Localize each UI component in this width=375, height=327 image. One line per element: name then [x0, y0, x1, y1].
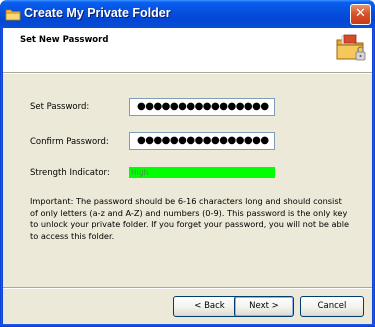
- strength-indicator-bar: High: [129, 167, 275, 178]
- close-button[interactable]: ✕: [350, 4, 371, 25]
- header-divider: [3, 73, 372, 74]
- wizard-header: Set New Password: [3, 28, 372, 73]
- window-title: Create My Private Folder: [24, 6, 171, 20]
- strength-indicator-label: Strength Indicator:: [30, 168, 110, 178]
- dialog-window: Create My Private Folder ✕ Set New Passw…: [0, 0, 375, 327]
- password-requirements-note: Important: The password should be 6-16 c…: [30, 196, 350, 241]
- set-password-field[interactable]: ●●●●●●●●●●●●●●●●: [129, 98, 275, 116]
- dialog-body: Set New Password Set Password: ●●●●●●●●●…: [3, 28, 372, 324]
- confirm-password-label: Confirm Password:: [30, 137, 109, 147]
- close-icon: ✕: [355, 6, 366, 21]
- page-title: Set New Password: [20, 35, 109, 45]
- folder-icon: [5, 9, 21, 21]
- folder-lock-icon: [336, 34, 366, 61]
- set-password-label: Set Password:: [30, 102, 90, 112]
- cancel-button[interactable]: Cancel: [300, 296, 364, 317]
- confirm-password-field[interactable]: ●●●●●●●●●●●●●●●●: [129, 132, 275, 150]
- title-bar[interactable]: Create My Private Folder ✕: [0, 0, 375, 28]
- footer-divider: [3, 287, 372, 289]
- next-button[interactable]: Next >: [234, 296, 294, 317]
